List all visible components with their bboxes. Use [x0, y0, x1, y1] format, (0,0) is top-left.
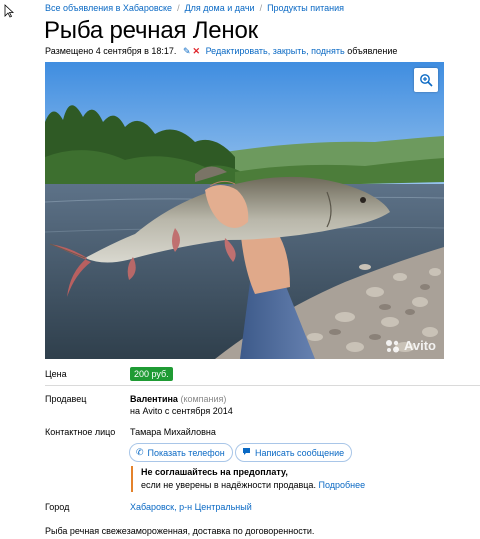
city-link[interactable]: Хабаровск, р-н Центральный — [130, 502, 252, 512]
breadcrumb-item-all-ads[interactable]: Все объявления в Хабаровске — [45, 3, 172, 13]
magnifier-plus-icon — [420, 74, 433, 87]
price-value: 200 руб. — [130, 367, 173, 381]
edit-listing-link[interactable]: Редактировать, закрыть, поднять — [206, 46, 345, 56]
show-phone-button[interactable]: ✆ Показать телефон — [129, 443, 233, 462]
price-row: Цена 200 руб. — [45, 367, 345, 381]
contact-name: Тамара Михайловна — [130, 427, 216, 437]
price-badge: 200 руб. — [130, 367, 173, 381]
page-title: Рыба речная Ленок — [44, 17, 258, 44]
listing-meta: Размещено 4 сентября в 18:17. ✎ ✕ Редакти… — [45, 46, 397, 57]
warning-body: если не уверены в надёжности продавца. П… — [141, 479, 365, 492]
chat-bubble-icon — [242, 447, 251, 458]
posted-date: Размещено 4 сентября в 18:17. — [45, 46, 177, 56]
warning-text: если не уверены в надёжности продавца. — [141, 480, 316, 490]
city-label: Город — [45, 502, 70, 512]
warning-title: Не соглашайтесь на предоплату, — [141, 467, 288, 477]
seller-row: Продавец Валентина (компания) на Avito с… — [45, 394, 445, 420]
breadcrumb: Все объявления в Хабаровске / Для дома и д… — [45, 3, 344, 13]
show-phone-label: Показать телефон — [147, 447, 225, 458]
breadcrumb-separator: / — [259, 3, 263, 13]
avito-logo-icon — [385, 339, 399, 352]
listing-description: Рыба речная свежезамороженная, доставка … — [45, 526, 315, 536]
write-message-button[interactable]: Написать сообщение — [235, 443, 353, 462]
warning-more-link[interactable]: Подробнее — [318, 480, 365, 490]
contact-label: Контактное лицо — [45, 427, 116, 437]
mouse-cursor-icon — [4, 4, 14, 18]
fish-photo-image — [45, 62, 444, 359]
seller-since: на Avito с сентября 2014 — [130, 406, 233, 416]
seller-type: (компания) — [180, 394, 227, 404]
write-message-label: Написать сообщение — [255, 447, 345, 458]
divider — [45, 385, 480, 386]
breadcrumb-separator: / — [177, 3, 180, 13]
price-label: Цена — [45, 369, 67, 379]
breadcrumb-item-food[interactable]: Продукты питания — [267, 3, 344, 13]
seller-name[interactable]: Валентина — [130, 394, 178, 404]
prepayment-warning: Не соглашайтесь на предоплату, если не у… — [131, 466, 365, 492]
seller-label: Продавец — [45, 394, 87, 404]
watermark-text: Avito — [403, 338, 436, 353]
listing-photo[interactable]: Avito — [45, 62, 444, 359]
chat-bubble-svg — [243, 448, 250, 455]
seller-info: Валентина (компания) — [130, 394, 226, 404]
edit-suffix: объявление — [347, 46, 398, 56]
avito-watermark: Avito — [385, 338, 436, 353]
pencil-icon[interactable]: ✎ — [183, 46, 191, 56]
delete-x-icon[interactable]: ✕ — [193, 46, 201, 56]
contact-row: Контактное лицо Тамара Михайловна — [45, 427, 445, 439]
phone-icon: ✆ — [136, 447, 144, 457]
city-row: Город Хабаровск, р-н Центральный — [45, 502, 445, 514]
breadcrumb-item-home-garden[interactable]: Для дома и дачи — [185, 3, 255, 13]
zoom-button[interactable] — [414, 68, 438, 92]
